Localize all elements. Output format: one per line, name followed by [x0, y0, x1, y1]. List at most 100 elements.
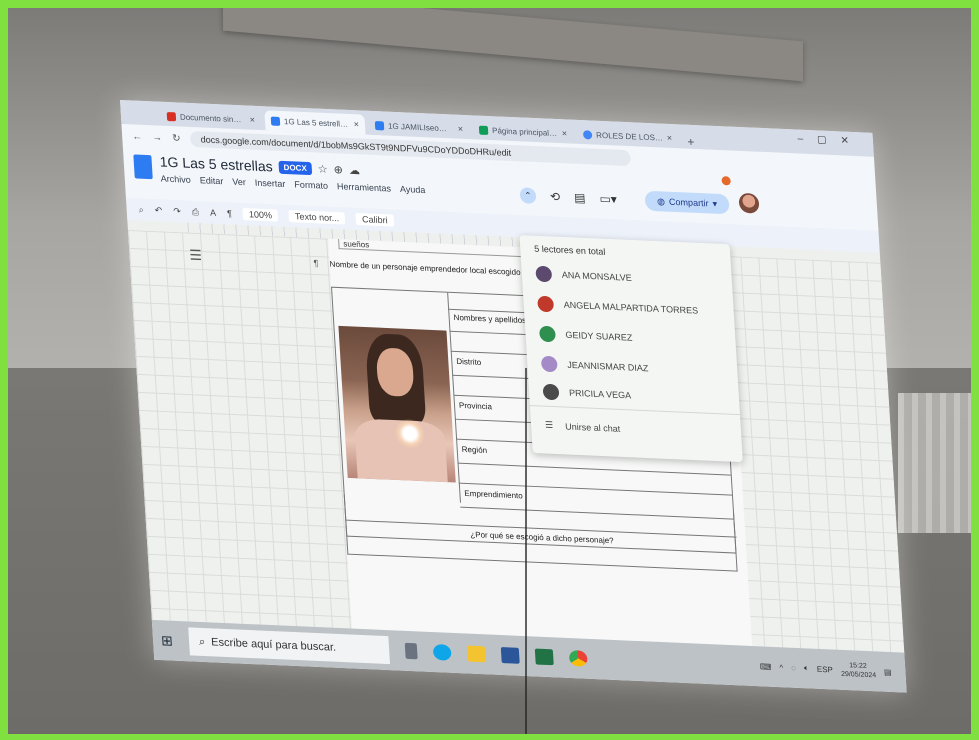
- keyboard-icon[interactable]: ⌨: [760, 662, 772, 672]
- move-icon[interactable]: ⊕: [333, 163, 343, 176]
- cable: [525, 368, 527, 734]
- edge-icon[interactable]: [432, 644, 452, 661]
- star-icon[interactable]: ☆: [317, 162, 328, 175]
- redo-icon[interactable]: ↷: [173, 205, 181, 216]
- menu-archivo[interactable]: Archivo: [160, 174, 191, 185]
- window-controls[interactable]: –▢✕: [797, 134, 863, 148]
- tab-label: ROLES DE LOS…: [595, 130, 664, 143]
- chevron-down-icon[interactable]: ▾: [712, 198, 717, 209]
- avatar: [538, 325, 556, 343]
- close-icon[interactable]: ×: [562, 128, 568, 138]
- menu-insertar[interactable]: Insertar: [255, 178, 286, 189]
- taskbar-search[interactable]: ⌕ Escribe aquí para buscar.: [188, 627, 391, 665]
- task-view-icon[interactable]: [404, 642, 418, 660]
- avatar: [535, 265, 553, 283]
- photo-frame: Documento sin… × 1G Las 5 estrell… × 1G …: [8, 8, 971, 734]
- menu-herramientas[interactable]: Herramientas: [337, 181, 392, 193]
- menu-ver[interactable]: Ver: [232, 177, 246, 188]
- reload-icon[interactable]: ↻: [172, 133, 181, 144]
- chrome-icon[interactable]: [568, 649, 588, 667]
- outline-icon[interactable]: ☰: [189, 247, 203, 265]
- windows-start-icon[interactable]: ⊞: [161, 632, 190, 650]
- date: 29/05/2024: [840, 670, 877, 680]
- reader-item[interactable]: JEANNISMAR DIAZ: [540, 355, 649, 377]
- share-label: Compartir: [668, 196, 709, 209]
- tab-label: 1G Las 5 estrell…: [283, 116, 349, 129]
- meet-icon[interactable]: ▭▾: [599, 192, 617, 207]
- search-icon: ⌕: [198, 635, 206, 648]
- font-select[interactable]: Calibri: [355, 212, 394, 227]
- menu-editar[interactable]: Editar: [199, 175, 223, 186]
- person-photo: [338, 325, 456, 483]
- join-chat-button[interactable]: ☰ Unirse al chat: [545, 420, 621, 434]
- reader-item[interactable]: ANA MONSALVE: [535, 265, 632, 286]
- language-indicator[interactable]: ESP: [817, 664, 834, 674]
- share-button[interactable]: ◍ Compartir ▾: [644, 190, 730, 215]
- field-label: Emprendimiento: [464, 488, 523, 501]
- close-icon[interactable]: ×: [457, 124, 463, 134]
- chat-label: Unirse al chat: [564, 420, 621, 434]
- menu-formato[interactable]: Formato: [294, 179, 328, 190]
- header-icons: ⌃ ⟲ ▤ ▭▾: [519, 187, 618, 207]
- reader-item[interactable]: GEIDY SUAREZ: [538, 325, 633, 346]
- avatar: [537, 295, 555, 313]
- reader-item[interactable]: PRICILA VEGA: [542, 383, 632, 404]
- chat-icon: ☰: [544, 419, 554, 430]
- reader-name: ANGELA MALPARTIDA TORRES: [563, 299, 699, 316]
- word-icon[interactable]: [500, 647, 520, 664]
- close-icon[interactable]: ×: [249, 115, 255, 125]
- docs-logo-icon[interactable]: [133, 154, 153, 180]
- chevron-up-icon[interactable]: ^: [779, 663, 783, 672]
- history-icon[interactable]: ⟲: [550, 190, 561, 204]
- reader-name: ANA MONSALVE: [561, 269, 632, 283]
- new-tab-button[interactable]: +: [681, 134, 701, 149]
- undo-icon[interactable]: ↶: [154, 205, 162, 216]
- globe-icon: ◍: [656, 195, 666, 207]
- forward-icon[interactable]: →: [152, 132, 163, 143]
- search-icon[interactable]: ⌕: [138, 204, 144, 215]
- reader-name: GEIDY SUAREZ: [565, 329, 633, 343]
- readers-title: 5 lectores en total: [533, 243, 606, 257]
- search-placeholder: Escribe aquí para buscar.: [210, 636, 337, 654]
- site-icon: [582, 129, 593, 140]
- notifications-icon[interactable]: ▤: [884, 667, 892, 676]
- paragraph-mark-icon: ¶: [313, 257, 319, 269]
- network-icon[interactable]: ◌: [791, 663, 796, 672]
- volume-icon[interactable]: 🔈︎: [804, 663, 809, 673]
- readers-popup: 5 lectores en total ANA MONSALVE ANGELA …: [519, 235, 743, 463]
- field-label: Provincia: [458, 400, 493, 412]
- field-label: Nombres y apellidos: [453, 312, 527, 326]
- docs-icon: [374, 120, 385, 130]
- doc-title[interactable]: 1G Las 5 estrellas: [159, 154, 273, 175]
- comments-icon[interactable]: ▤: [574, 191, 586, 205]
- system-tray: ⌨ ^ ◌ 🔈︎ ESP 15:22 29/05/2024 ▤: [759, 657, 906, 681]
- close-icon[interactable]: ×: [353, 119, 359, 129]
- paint-format-icon[interactable]: ¶: [227, 208, 232, 218]
- reader-name: PRICILA VEGA: [568, 387, 632, 401]
- tab-label: Página principal…: [491, 125, 558, 138]
- style-select[interactable]: Texto nor...: [288, 210, 346, 225]
- document-canvas[interactable]: ☰ sueños ¶ Nombre de un personaje empren…: [127, 229, 905, 653]
- field-line: [457, 462, 731, 476]
- zoom-select[interactable]: 100%: [242, 208, 279, 222]
- gmail-icon: [166, 111, 177, 121]
- file-explorer-icon[interactable]: [466, 645, 486, 663]
- divider: [529, 405, 741, 416]
- readers-icon[interactable]: ⌃: [519, 187, 537, 204]
- close-icon[interactable]: ×: [667, 133, 673, 143]
- reader-item[interactable]: ANGELA MALPARTIDA TORRES: [537, 295, 699, 319]
- window-reflection: [898, 393, 971, 533]
- print-icon[interactable]: ⎙: [192, 206, 200, 217]
- spellcheck-icon[interactable]: A: [210, 208, 217, 218]
- extension-icon[interactable]: [721, 176, 731, 186]
- docx-badge: DOCX: [278, 160, 313, 175]
- field-label: Distrito: [456, 356, 482, 368]
- tab-label: Documento sin…: [179, 112, 242, 124]
- avatar: [540, 355, 558, 373]
- back-icon[interactable]: ←: [132, 131, 143, 142]
- clock[interactable]: 15:22 29/05/2024: [840, 661, 876, 681]
- menu-ayuda[interactable]: Ayuda: [400, 184, 426, 195]
- avatar[interactable]: [738, 192, 760, 214]
- excel-icon[interactable]: [534, 648, 554, 666]
- cloud-icon[interactable]: ☁: [348, 163, 361, 176]
